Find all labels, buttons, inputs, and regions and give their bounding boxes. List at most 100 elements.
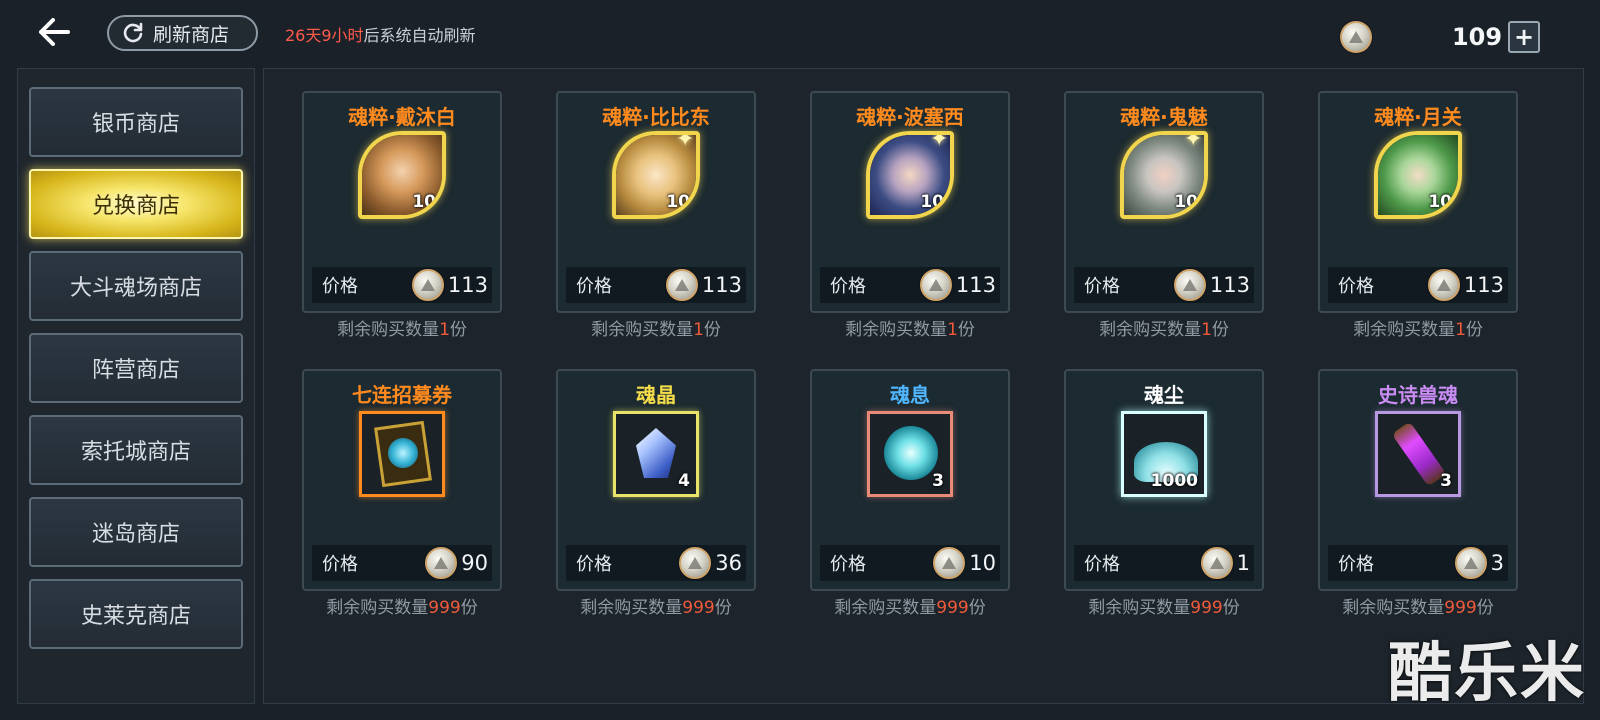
price-label: 价格 <box>1338 276 1374 297</box>
item-name: 史诗兽魂 <box>1378 383 1458 407</box>
price-value: 113 <box>1463 273 1504 297</box>
watermark: 酷乐米 <box>1388 637 1586 711</box>
currency-amount: 109 <box>1451 23 1503 51</box>
exchange-coin-icon <box>665 269 698 301</box>
plus-icon: + <box>1513 23 1535 51</box>
refresh-info-text: 后系统自动刷新 <box>363 26 476 45</box>
item-name: 魂粹·月关 <box>1374 105 1462 129</box>
exchange-coin-icon <box>1200 547 1233 579</box>
remaining-quantity: 剩余购买数量1份 <box>1353 320 1483 340</box>
remaining-quantity: 剩余购买数量1份 <box>337 320 467 340</box>
sidebar-item-exchange-shop[interactable]: 兑换商店 <box>29 169 243 239</box>
shop-item-card[interactable]: 魂粹·戴沐白 10 价格 113 <box>302 91 502 313</box>
exchange-coin-icon <box>679 547 712 579</box>
price-value: 3 <box>1490 551 1504 575</box>
sparkle-icon: ✦ <box>676 131 695 152</box>
auto-refresh-info: 26天9小时后系统自动刷新 <box>285 22 476 46</box>
sidebar-item-label: 银币商店 <box>91 112 180 137</box>
item-count: 10 <box>666 192 690 212</box>
shop-item-card[interactable]: 史诗兽魂 3 价格 3 <box>1318 369 1518 591</box>
bo-saixi-portrait-icon: ✦ 10 <box>866 131 954 219</box>
soul-breath-icon: 3 <box>867 411 953 497</box>
price-row: 价格 10 <box>820 545 1000 581</box>
item-count: 10 <box>920 192 944 212</box>
price-row: 价格 1 <box>1074 545 1254 581</box>
item-count: 10 <box>1174 192 1198 212</box>
sidebar-item-faction-shop[interactable]: 阵营商店 <box>29 333 243 403</box>
shop-item-card[interactable]: 魂晶 4 价格 36 <box>556 369 756 591</box>
refresh-icon <box>123 22 143 43</box>
exchange-coin-icon <box>919 269 952 301</box>
sidebar-item-arena-shop[interactable]: 大斗魂场商店 <box>29 251 243 321</box>
currency-display: 109 + <box>1340 18 1540 56</box>
remaining-quantity: 剩余购买数量999份 <box>580 598 732 618</box>
shop-sidebar: 银币商店 兑换商店 大斗魂场商店 阵营商店 索托城商店 迷岛商店 史莱克商店 <box>17 68 255 704</box>
remaining-quantity: 剩余购买数量999份 <box>326 598 478 618</box>
item-name: 魂粹·波塞西 <box>856 105 964 129</box>
price-value: 1 <box>1236 551 1250 575</box>
shop-item-card[interactable]: 魂尘 1000 价格 1 <box>1064 369 1264 591</box>
sidebar-item-silver-shop[interactable]: 银币商店 <box>29 87 243 157</box>
shop-item-card[interactable]: 魂粹·波塞西 ✦ 10 价格 113 <box>810 91 1010 313</box>
sidebar-item-label: 索托城商店 <box>80 440 191 465</box>
sidebar-item-mist-island-shop[interactable]: 迷岛商店 <box>29 497 243 567</box>
gui-mei-portrait-icon: ✦ 10 <box>1120 131 1208 219</box>
price-value: 10 <box>969 551 996 575</box>
item-name: 七连招募券 <box>352 383 452 407</box>
item-name: 魂粹·鬼魅 <box>1120 105 1208 129</box>
item-count: 3 <box>932 471 944 491</box>
exchange-coin-icon <box>1340 21 1372 53</box>
refresh-shop-button[interactable]: 刷新商店 <box>107 15 258 51</box>
price-label: 价格 <box>576 276 612 297</box>
sidebar-item-label: 迷岛商店 <box>91 522 180 547</box>
item-count: 1000 <box>1150 471 1198 491</box>
remaining-quantity: 剩余购买数量999份 <box>834 598 986 618</box>
shop-item-card[interactable]: 魂息 3 价格 10 <box>810 369 1010 591</box>
price-label: 价格 <box>830 554 866 575</box>
exchange-coin-icon <box>411 269 444 301</box>
item-count: 4 <box>678 471 690 491</box>
exchange-coin-icon <box>1173 269 1206 301</box>
price-value: 113 <box>701 273 742 297</box>
sidebar-item-shrek-shop[interactable]: 史莱克商店 <box>29 579 243 649</box>
price-value: 90 <box>461 551 488 575</box>
price-label: 价格 <box>1338 554 1374 575</box>
refresh-countdown: 26天9小时 <box>285 26 364 45</box>
price-label: 价格 <box>322 554 358 575</box>
remaining-quantity: 剩余购买数量999份 <box>1342 598 1494 618</box>
sidebar-item-label: 史莱克商店 <box>80 604 191 629</box>
price-label: 价格 <box>830 276 866 297</box>
shop-item-card[interactable]: 魂粹·比比东 ✦ 10 价格 113 <box>556 91 756 313</box>
item-name: 魂晶 <box>636 383 676 407</box>
add-currency-button[interactable]: + <box>1508 21 1540 53</box>
soul-crystal-icon: 4 <box>613 411 699 497</box>
price-label: 价格 <box>322 276 358 297</box>
price-value: 113 <box>1209 273 1250 297</box>
price-row: 价格 36 <box>566 545 746 581</box>
price-label: 价格 <box>1084 554 1120 575</box>
refresh-shop-label: 刷新商店 <box>153 23 230 46</box>
exchange-coin-icon <box>1454 547 1487 579</box>
price-row: 价格 113 <box>1328 267 1508 303</box>
item-count: 10 <box>1428 192 1452 212</box>
remaining-quantity: 剩余购买数量999份 <box>1088 598 1240 618</box>
price-value: 36 <box>715 551 742 575</box>
soul-dust-icon: 1000 <box>1121 411 1207 497</box>
price-row: 价格 3 <box>1328 545 1508 581</box>
back-button[interactable] <box>32 12 76 52</box>
exchange-coin-icon <box>425 547 458 579</box>
epic-beast-soul-icon: 3 <box>1375 411 1461 497</box>
shop-item-card[interactable]: 七连招募券 价格 90 <box>302 369 502 591</box>
price-row: 价格 113 <box>312 267 492 303</box>
shop-item-card[interactable]: 魂粹·鬼魅 ✦ 10 价格 113 <box>1064 91 1264 313</box>
price-value: 113 <box>447 273 488 297</box>
sidebar-item-sotocity-shop[interactable]: 索托城商店 <box>29 415 243 485</box>
item-count: 3 <box>1440 471 1452 491</box>
back-arrow-icon <box>39 18 70 46</box>
sidebar-item-label: 大斗魂场商店 <box>69 276 202 301</box>
recruit-ticket-icon <box>359 411 445 497</box>
sidebar-item-label: 兑换商店 <box>91 194 180 219</box>
exchange-coin-icon <box>933 547 966 579</box>
shop-item-card[interactable]: 魂粹·月关 10 价格 113 <box>1318 91 1518 313</box>
item-name: 魂粹·比比东 <box>602 105 710 129</box>
